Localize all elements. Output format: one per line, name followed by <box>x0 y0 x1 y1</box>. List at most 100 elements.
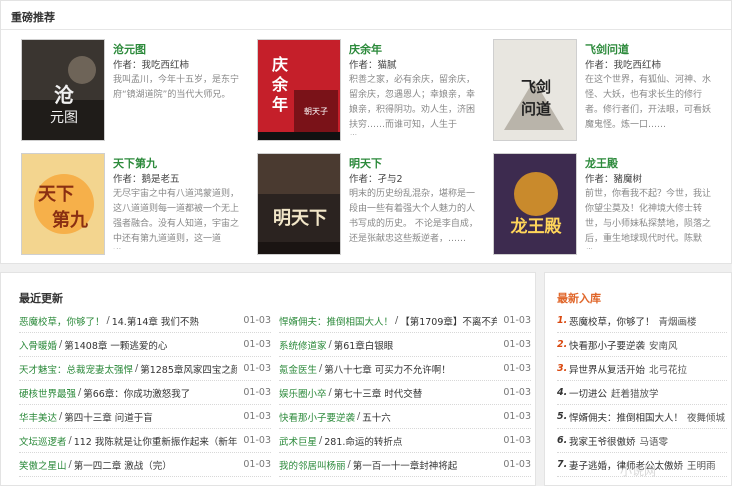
book-title[interactable]: 明天下 <box>349 155 382 171</box>
rank-number: 7. <box>557 459 568 470</box>
book-cover[interactable]: 天下 第九 <box>21 153 105 255</box>
separator: / <box>347 459 351 470</box>
list-item[interactable]: 硬核世界最强 / 第66章：你成功激怒我了 01-03 <box>19 381 271 405</box>
chapter-link[interactable]: 第66章：你成功激怒我了 <box>83 386 237 400</box>
novel-link[interactable]: 天才魅宝：总裁宠妻太强悍 <box>19 362 133 376</box>
book-desc: 我叫孟川，今年十五岁，是东宁府“镜湖道院”的当代大师兄。 <box>113 75 240 100</box>
novel-link[interactable]: 一切进公 <box>569 386 607 400</box>
book-cover[interactable]: 沧 元图 <box>21 39 105 141</box>
list-item[interactable]: 文坛巡逻者/112 我陈就是让你重新振作起来（新年书 01-03 <box>19 429 271 453</box>
novel-link[interactable]: 恶魔校草，你够了！ <box>569 314 655 328</box>
book-author: 作者：鹅是老五 <box>113 174 180 185</box>
chapter-link[interactable]: 【第1709章】不离不弃 <box>400 314 497 328</box>
recent-heading: 最近更新 <box>19 292 63 305</box>
chapter-link[interactable]: 第一四二章 激战（完） <box>74 458 238 472</box>
list-item[interactable]: 娱乐圈小卒 / 第七十三章 时代交替 01-03 <box>279 381 531 405</box>
list-item[interactable]: 5. 悍婿佣夫：推倒相国大人！ 夜舞倾城 <box>557 405 727 429</box>
chapter-link[interactable]: 第四十三章 问道于盲 <box>64 410 237 424</box>
recent-list-right: 悍婿佣夫：推倒相国大人！ / 【第1709章】不离不弃 01-03 系统修道家 / 第61… <box>279 309 531 477</box>
chapter-link[interactable]: 281.命运的转折点 <box>324 434 497 448</box>
book-cover[interactable]: 龙王殿 <box>493 153 577 255</box>
novel-link[interactable]: 娱乐圈小卒 <box>279 386 327 400</box>
list-item[interactable]: 3. 异世界从复活开始 北弓花拉 <box>557 357 727 381</box>
author-link[interactable]: 安南风 <box>649 338 678 352</box>
book-title[interactable]: 飞剑问道 <box>585 41 629 57</box>
novel-link[interactable]: 恶魔校草，你够了！ <box>19 314 105 328</box>
book-card[interactable]: 明天下 明天下 作者：孑与2 明末的历史纷乱混杂，堪称是一段由一些有着强大个人魅… <box>257 153 489 257</box>
chapter-link[interactable]: 五十六 <box>362 410 497 424</box>
update-date: 01-03 <box>243 339 271 350</box>
novel-link[interactable]: 悍婿佣夫：推倒相国大人！ <box>279 314 393 328</box>
book-cover[interactable]: 庆 余 年 朝天子 <box>257 39 341 141</box>
book-card[interactable]: 飞剑 问道 飞剑问道 作者：我吃西红柿 在这个世界，有狐仙、河神、水怪、大妖，也… <box>493 39 725 143</box>
chapter-link[interactable]: 第1285章风家四宝之颜 <box>140 362 237 376</box>
list-item[interactable]: 武术巨星/281.命运的转折点 01-03 <box>279 429 531 453</box>
chapter-link[interactable]: 第八十七章 可买力不允许啊！ <box>324 362 497 376</box>
book-card[interactable]: 天下 第九 天下第九 作者：鹅是老五 无尽宇宙之中有八道鸿蒙道则，这八道道则每一… <box>21 153 253 257</box>
list-item[interactable]: 系统修道家 / 第61章白银眼 01-03 <box>279 333 531 357</box>
novel-link[interactable]: 武术巨星 <box>279 434 317 448</box>
book-title[interactable]: 沧元图 <box>113 41 146 57</box>
chapter-link[interactable]: 第七十三章 时代交替 <box>334 386 498 400</box>
book-desc: 前世，你看我不起？今世，我让你望尘莫及！化神境大修士转世，与小师妹私探禁地，陨落… <box>585 189 712 244</box>
book-cover[interactable]: 明天下 <box>257 153 341 255</box>
svg-text:余: 余 <box>271 75 289 94</box>
separator: / <box>395 315 399 326</box>
svg-text:沧: 沧 <box>54 83 74 107</box>
svg-text:问道: 问道 <box>521 100 551 118</box>
author-link[interactable]: 夜舞倾城 <box>687 410 725 424</box>
author-link[interactable]: 马语零 <box>640 434 669 448</box>
novel-link[interactable]: 我家王爷很傲娇 <box>569 434 636 448</box>
chapter-link[interactable]: 112 我陈就是让你重新振作起来（新年书 <box>74 434 238 448</box>
novel-link[interactable]: 快看那小子要逆袭 <box>569 338 645 352</box>
list-item[interactable]: 恶魔校草，你够了！/14.第14章 我们不熟 01-03 <box>19 309 271 333</box>
separator: / <box>319 363 323 374</box>
novel-link[interactable]: 入骨暖婚 <box>19 338 57 352</box>
book-cover[interactable]: 飞剑 问道 <box>493 39 577 141</box>
book-card[interactable]: 沧 元图 沧元图 作者：我吃西红柿 我叫孟川，今年十五岁，是东宁府“镜湖道院”的… <box>21 39 253 143</box>
novel-link[interactable]: 我的邻居叫杨丽 <box>279 458 346 472</box>
list-item[interactable]: 6. 我家王爷很傲娇 马语零 <box>557 429 727 453</box>
novel-link[interactable]: 笑傲之星山 <box>19 458 67 472</box>
list-item[interactable]: 2. 快看那小子要逆袭 安南风 <box>557 333 727 357</box>
chapter-link[interactable]: 第61章白银眼 <box>334 338 498 352</box>
chapter-link[interactable]: 第一百一十一章封神将起 <box>353 458 498 472</box>
novel-link[interactable]: 系统修道家 <box>279 338 327 352</box>
author-link[interactable]: 青烟画楼 <box>659 314 697 328</box>
book-card[interactable]: 庆 余 年 朝天子 庆余年 作者：猫腻 积善之家，必有余庆，留余庆，留余庆，忽遇… <box>257 39 489 143</box>
list-item[interactable]: 1. 恶魔校草，你够了！ 青烟画楼 <box>557 309 727 333</box>
book-desc: 积善之家，必有余庆，留余庆，留余庆，忽遇恩人；幸娘亲，幸娘亲，积得阴功。劝人生，… <box>349 75 476 130</box>
list-item[interactable]: 入骨暖婚 / 第1408章 一颗逃爱的心 01-03 <box>19 333 271 357</box>
featured-divider <box>1 29 731 30</box>
rank-number: 4. <box>557 387 568 398</box>
chapter-link[interactable]: 14.第14章 我们不熟 <box>112 314 238 328</box>
list-item[interactable]: 华丰美达 / 第四十三章 问道于盲 01-03 <box>19 405 271 429</box>
novel-link[interactable]: 氪金医生 <box>279 362 317 376</box>
novel-link[interactable]: 悍婿佣夫：推倒相国大人！ <box>569 410 683 424</box>
book-title[interactable]: 庆余年 <box>349 41 382 57</box>
novel-link[interactable]: 华丰美达 <box>19 410 57 424</box>
separator: / <box>328 387 332 398</box>
novel-link[interactable]: 异世界从复活开始 <box>569 362 645 376</box>
update-date: 01-03 <box>243 363 271 374</box>
novel-link[interactable]: 快看那小子要逆袭 <box>279 410 355 424</box>
novel-link[interactable]: 文坛巡逻者 <box>19 434 67 448</box>
book-title[interactable]: 天下第九 <box>113 155 157 171</box>
author-link[interactable]: 王明雨 <box>687 458 716 472</box>
list-item[interactable]: 我的邻居叫杨丽 / 第一百一十一章封神将起 01-03 <box>279 453 531 477</box>
list-item[interactable]: 4. 一切进公 赶着猎放学 <box>557 381 727 405</box>
chapter-link[interactable]: 第1408章 一颗逃爱的心 <box>64 338 237 352</box>
update-date: 01-03 <box>243 315 271 326</box>
novel-link[interactable]: 硬核世界最强 <box>19 386 76 400</box>
author-link[interactable]: 北弓花拉 <box>649 362 687 376</box>
book-card[interactable]: 龙王殿 龙王殿 作者：豬魔树 前世，你看我不起？今世，我让你望尘莫及！化神境大修… <box>493 153 725 257</box>
list-item[interactable]: 悍婿佣夫：推倒相国大人！ / 【第1709章】不离不弃 01-03 <box>279 309 531 333</box>
author-link[interactable]: 赶着猎放学 <box>611 386 659 400</box>
list-item[interactable]: 天才魅宝：总裁宠妻太强悍 / 第1285章风家四宝之颜 01-03 <box>19 357 271 381</box>
list-item[interactable]: 快看那小子要逆袭 / 五十六 01-03 <box>279 405 531 429</box>
list-item[interactable]: 笑傲之星山 / 第一四二章 激战（完） 01-03 <box>19 453 271 477</box>
list-item[interactable]: 氪金医生 / 第八十七章 可买力不允许啊！ 01-03 <box>279 357 531 381</box>
book-title[interactable]: 龙王殿 <box>585 155 618 171</box>
separator: / <box>106 315 110 326</box>
update-date: 01-03 <box>243 387 271 398</box>
